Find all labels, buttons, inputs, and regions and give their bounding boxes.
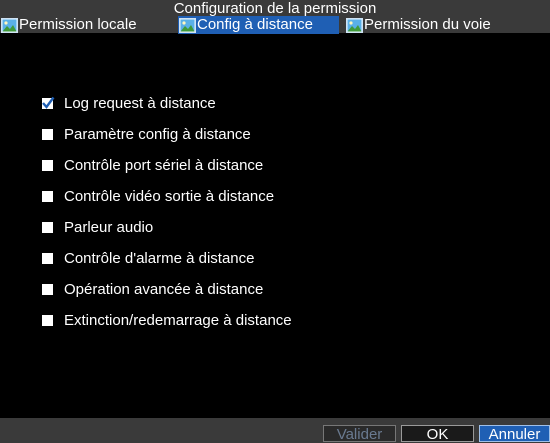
- cancel-button[interactable]: Annuler: [479, 425, 550, 442]
- permission-item[interactable]: Log request à distance: [42, 88, 292, 119]
- checkmark-icon: [42, 96, 55, 109]
- permission-item[interactable]: Paramètre config à distance: [42, 119, 292, 150]
- button-bar: Valider OK Annuler: [0, 418, 550, 443]
- checkbox-checked[interactable]: [42, 96, 55, 109]
- tab-label: Permission du voie: [364, 16, 491, 33]
- checkbox[interactable]: [42, 191, 53, 202]
- permission-list: Log request à distance Paramètre config …: [42, 88, 292, 336]
- checkbox[interactable]: [42, 315, 53, 326]
- permission-label: Contrôle vidéo sortie à distance: [64, 188, 275, 205]
- permission-label: Paramètre config à distance: [64, 126, 251, 143]
- permission-label: Log request à distance: [64, 95, 216, 112]
- checkbox[interactable]: [42, 129, 53, 140]
- permission-label: Parleur audio: [64, 219, 154, 236]
- tab-label: Permission locale: [19, 16, 137, 33]
- permission-panel: Log request à distance Paramètre config …: [0, 34, 550, 418]
- tab-bar: Permission locale Config à distance Perm…: [0, 16, 550, 34]
- checkbox[interactable]: [42, 160, 53, 171]
- landscape-picture-icon: [1, 17, 18, 33]
- permission-item[interactable]: Extinction/redemarrage à distance: [42, 305, 292, 336]
- permission-item[interactable]: Parleur audio: [42, 212, 292, 243]
- tab-local-permission[interactable]: Permission locale: [0, 16, 177, 34]
- window-title: Configuration de la permission: [173, 0, 377, 17]
- permission-item[interactable]: Contrôle port sériel à distance: [42, 150, 292, 181]
- permission-label: Opération avancée à distance: [64, 281, 264, 298]
- ok-button[interactable]: OK: [401, 425, 474, 442]
- checkbox[interactable]: [42, 284, 53, 295]
- permission-label: Contrôle d'alarme à distance: [64, 250, 255, 267]
- tab-remote-config[interactable]: Config à distance: [178, 16, 339, 34]
- permission-item[interactable]: Contrôle d'alarme à distance: [42, 243, 292, 274]
- checkbox[interactable]: [42, 222, 53, 233]
- tab-channel-permission[interactable]: Permission du voie: [345, 16, 535, 34]
- landscape-picture-icon: [179, 17, 196, 33]
- permission-item[interactable]: Contrôle vidéo sortie à distance: [42, 181, 292, 212]
- tab-label: Config à distance: [197, 16, 313, 33]
- title-bar: Configuration de la permission Permissio…: [0, 0, 550, 34]
- checkbox[interactable]: [42, 253, 53, 264]
- landscape-picture-icon: [346, 17, 363, 33]
- permission-label: Extinction/redemarrage à distance: [64, 312, 292, 329]
- permission-label: Contrôle port sériel à distance: [64, 157, 264, 174]
- validate-button[interactable]: Valider: [323, 425, 396, 442]
- permission-item[interactable]: Opération avancée à distance: [42, 274, 292, 305]
